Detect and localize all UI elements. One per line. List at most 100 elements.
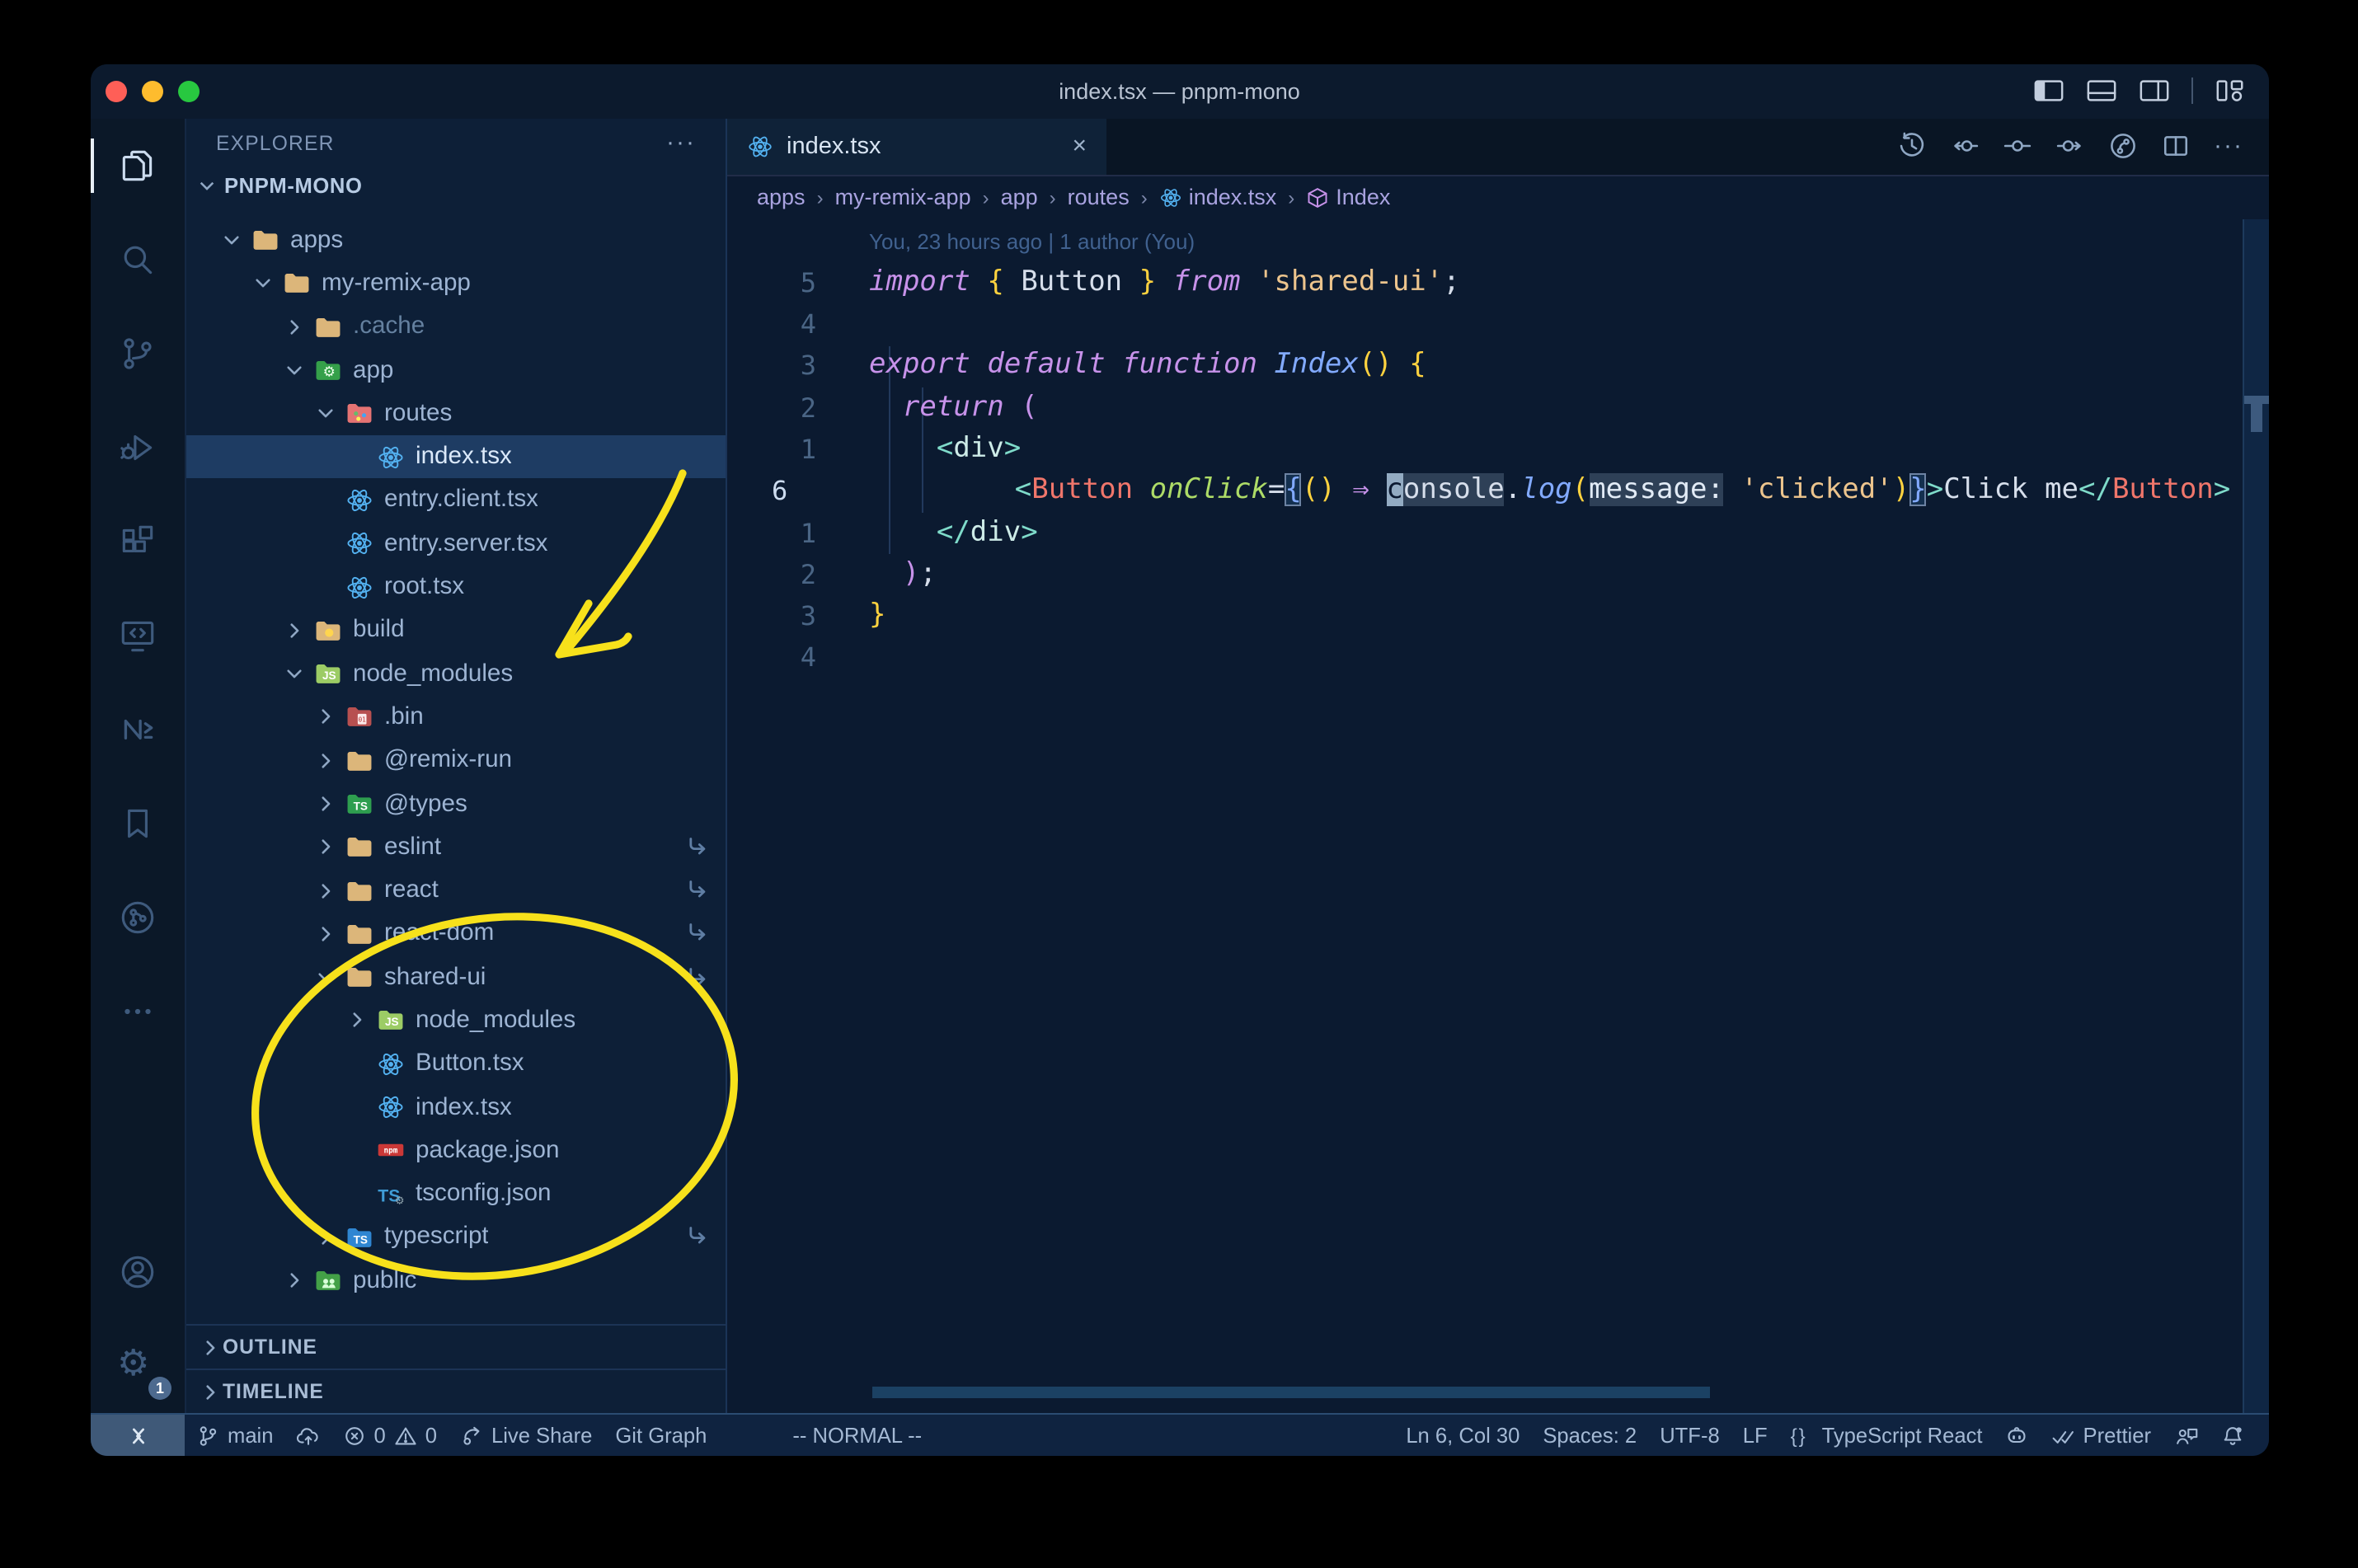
tree-item-build[interactable]: build	[186, 608, 726, 652]
tree-item-package.json[interactable]: npm package.json	[186, 1129, 726, 1172]
git-graph-ed-icon[interactable]	[2108, 132, 2136, 160]
breadcrumb-item-index.tsx[interactable]: index.tsx	[1159, 185, 1276, 209]
breadcrumb-item-app[interactable]: app	[1001, 185, 1038, 209]
vertical-scrollbar-thumb-stem[interactable]	[2250, 403, 2262, 431]
code-line[interactable]: 2 return (	[727, 387, 2242, 429]
tree-item-react[interactable]: react	[186, 869, 726, 913]
tree-item-typescript[interactable]: TS typescript	[186, 1216, 726, 1260]
compare-change-icon[interactable]	[2003, 132, 2031, 160]
tree-item-.cache[interactable]: .cache	[186, 305, 726, 349]
status-cursor-position[interactable]: Ln 6, Col 30	[1394, 1423, 1531, 1448]
split-editor-icon[interactable]	[2161, 132, 2189, 160]
status-git-branch[interactable]: main	[185, 1415, 285, 1456]
status-vim-mode[interactable]: -- NORMAL --	[781, 1415, 933, 1456]
status-formatter-prettier[interactable]: Prettier	[2041, 1423, 2163, 1448]
status-problems[interactable]: 00	[331, 1415, 449, 1456]
layout-sidebar-right-icon[interactable]	[2138, 77, 2169, 104]
tree-item-app[interactable]: ⚙ app	[186, 349, 726, 392]
next-change-icon[interactable]	[2055, 132, 2083, 160]
prev-change-icon[interactable]	[1950, 132, 1978, 160]
tree-item-entry.client.tsx[interactable]: entry.client.tsx	[186, 479, 726, 523]
code-token: 'clicked'	[1740, 473, 1893, 507]
status-encoding[interactable]: UTF-8	[1648, 1423, 1731, 1448]
breadcrumb-item-routes[interactable]: routes	[1068, 185, 1130, 209]
breadcrumb-item-apps[interactable]: apps	[757, 185, 806, 209]
tree-item-apps[interactable]: apps	[186, 218, 726, 262]
tree-item-index.tsx[interactable]: index.tsx	[186, 1086, 726, 1129]
history-icon[interactable]	[1897, 132, 1925, 160]
code-line-content: );	[869, 554, 937, 596]
vertical-scrollbar-thumb[interactable]	[2243, 395, 2268, 403]
code-line[interactable]: 5 import { Button } from 'shared-ui';	[727, 262, 2242, 304]
section-timeline[interactable]: TIMELINE	[186, 1368, 726, 1413]
layout-panel-icon[interactable]	[2085, 77, 2116, 104]
activity-files-button[interactable]	[91, 118, 185, 212]
tree-item-my-remix-app[interactable]: my-remix-app	[186, 262, 726, 306]
activity-more-act-button[interactable]	[91, 964, 185, 1058]
code-line[interactable]: 3 export default function Index() {	[727, 345, 2242, 387]
workspace-root-item[interactable]: PNPM-MONO	[186, 167, 726, 204]
code-token: ⇒	[1352, 473, 1369, 507]
code-line[interactable]: 1 </div>	[727, 512, 2242, 554]
code-line[interactable]: 4	[727, 637, 2242, 679]
section-outline[interactable]: OUTLINE	[186, 1324, 726, 1368]
tree-item-node_modules[interactable]: JS node_modules	[186, 652, 726, 696]
status-indentation[interactable]: Spaces: 2	[1531, 1423, 1648, 1448]
activity-account-button[interactable]	[91, 1225, 185, 1319]
activity-bookmarks-button[interactable]	[91, 776, 185, 870]
status-git-graph[interactable]: Git Graph	[604, 1415, 718, 1456]
vertical-scrollbar[interactable]	[2242, 218, 2268, 1413]
tree-item-index.tsx[interactable]: index.tsx	[186, 434, 726, 479]
code-line[interactable]: 4	[727, 303, 2242, 345]
tree-item-label: package.json	[416, 1137, 560, 1164]
code-line[interactable]: 6 <Button onClick={() ⇒ console.log(messa…	[727, 471, 2242, 513]
activity-settings-button[interactable]: ⚙ 1	[91, 1319, 185, 1413]
horizontal-scrollbar-thumb[interactable]	[872, 1387, 1710, 1398]
close-tab-icon[interactable]: ×	[1072, 132, 1087, 160]
status-notifications[interactable]	[2209, 1424, 2255, 1447]
tree-item-routes[interactable]: routes	[186, 392, 726, 435]
tree-item-root.tsx[interactable]: root.tsx	[186, 566, 726, 609]
more-ed-icon[interactable]: ···	[2214, 132, 2242, 160]
tree-item-entry.server.tsx[interactable]: entry.server.tsx	[186, 522, 726, 566]
tree-item-@types[interactable]: TS @types	[186, 782, 726, 826]
code-line[interactable]: 2);	[727, 554, 2242, 596]
code-line[interactable]: 3}	[727, 595, 2242, 637]
status-remote-indicator[interactable]	[91, 1415, 185, 1456]
activity-extensions-button[interactable]	[91, 494, 185, 588]
svg-text:01: 01	[359, 716, 367, 724]
tree-item-label: react-dom	[384, 920, 495, 947]
blame-annotation: You, 23 hours ago | 1 author (You)	[727, 220, 2242, 262]
activity-search-button[interactable]	[91, 212, 185, 306]
code-token: div	[953, 431, 1004, 465]
status-sync-changes[interactable]	[285, 1415, 331, 1456]
layout-sidebar-left-icon[interactable]	[2032, 77, 2064, 104]
tab-index-tsx[interactable]: index.tsx ×	[727, 118, 1106, 174]
breadcrumb-item-Index[interactable]: Index	[1306, 185, 1390, 209]
tree-item-shared-ui[interactable]: shared-ui	[186, 955, 726, 999]
tree-item-public[interactable]: public	[186, 1259, 726, 1303]
tree-item-node_modules[interactable]: JS node_modules	[186, 999, 726, 1043]
status-eol[interactable]: LF	[1731, 1423, 1779, 1448]
activity-source-control-button[interactable]	[91, 306, 185, 400]
tree-item-@remix-run[interactable]: @remix-run	[186, 739, 726, 782]
tree-item-tsconfig.json[interactable]: TS ⚙ tsconfig.json	[186, 1172, 726, 1216]
status-language-mode[interactable]: {} TypeScript React	[1779, 1423, 1994, 1448]
tree-item-.bin[interactable]: 01 .bin	[186, 696, 726, 739]
status-live-share[interactable]: Live Share	[449, 1415, 604, 1456]
activity-nx-console-button[interactable]	[91, 682, 185, 776]
activity-git-graph-act-button[interactable]	[91, 870, 185, 964]
tree-item-eslint[interactable]: eslint	[186, 825, 726, 869]
layout-customize-icon[interactable]	[2214, 77, 2245, 104]
activity-remote-explorer-button[interactable]	[91, 588, 185, 682]
status-copilot[interactable]	[1994, 1424, 2041, 1447]
activity-run-debug-button[interactable]	[91, 400, 185, 494]
symbol-module-icon	[1306, 185, 1329, 209]
tree-item-react-dom[interactable]: react-dom	[186, 913, 726, 956]
sidebar-more-actions-button[interactable]: ···	[666, 129, 696, 157]
code-line[interactable]: 1 <div>	[727, 429, 2242, 471]
breadcrumb-item-my-remix-app[interactable]: my-remix-app	[835, 185, 971, 209]
code-editor[interactable]: You, 23 hours ago | 1 author (You) 5 impor…	[727, 218, 2268, 1413]
tree-item-Button.tsx[interactable]: Button.tsx	[186, 1042, 726, 1086]
status-feedback[interactable]	[2163, 1424, 2209, 1447]
